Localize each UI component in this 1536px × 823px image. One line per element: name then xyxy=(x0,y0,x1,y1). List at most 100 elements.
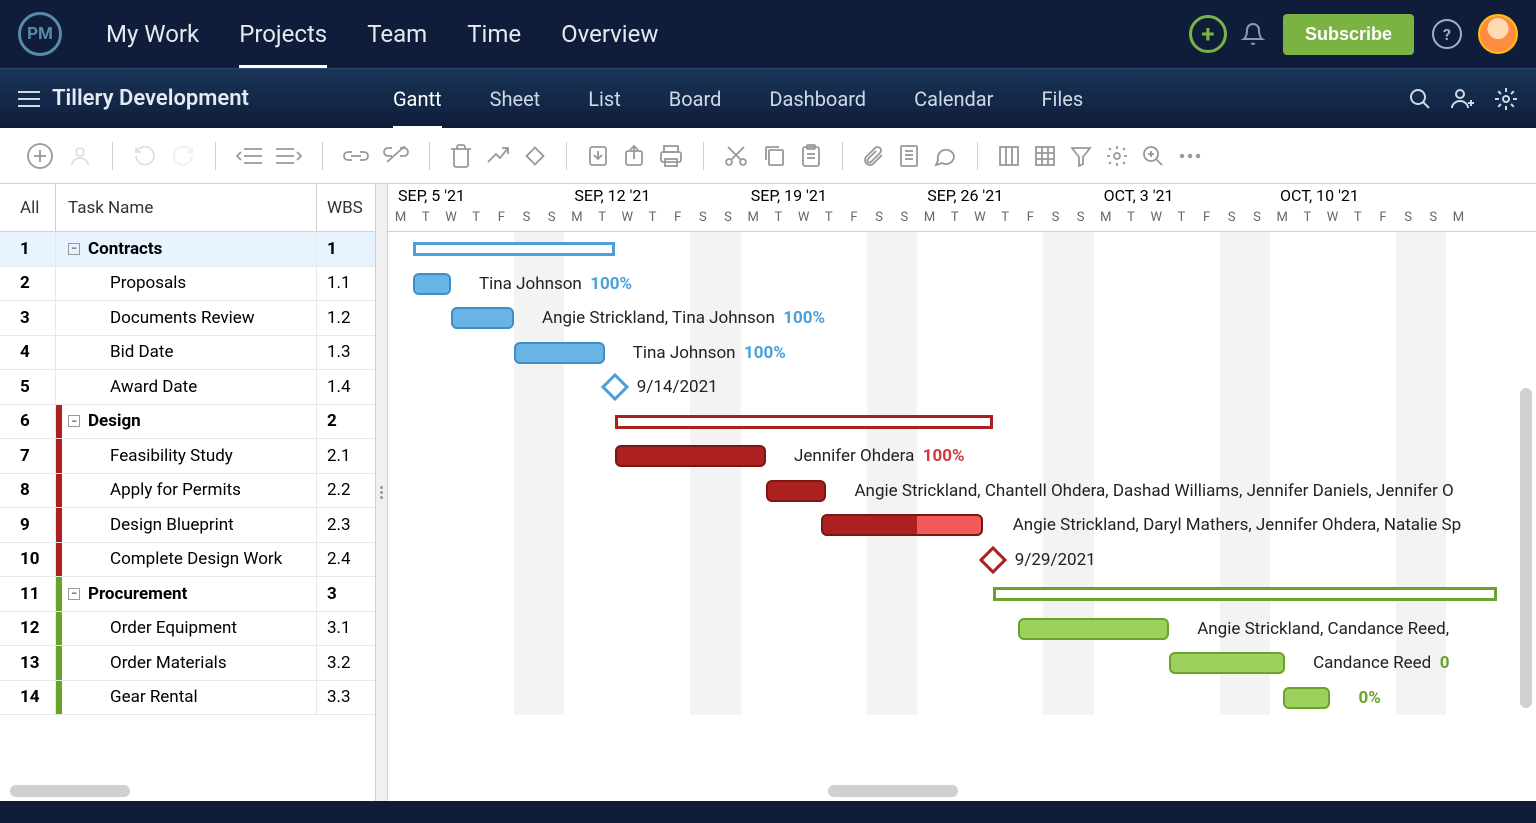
task-name-cell[interactable]: Order Materials xyxy=(56,646,317,680)
menu-icon[interactable] xyxy=(18,90,40,108)
splitter-handle[interactable] xyxy=(376,184,388,801)
summary-bar[interactable] xyxy=(615,415,993,429)
task-row[interactable]: 8Apply for Permits2.2 xyxy=(0,474,375,509)
task-name-cell[interactable]: Bid Date xyxy=(56,336,317,370)
grid-hscroll[interactable] xyxy=(10,785,130,797)
col-header-name[interactable]: Task Name xyxy=(56,184,317,231)
undo-icon[interactable] xyxy=(133,144,157,168)
task-name-cell[interactable]: Proposals xyxy=(56,267,317,301)
add-task-icon[interactable] xyxy=(26,142,54,170)
task-bar[interactable] xyxy=(821,514,982,536)
day-label: S xyxy=(1244,210,1269,225)
task-row[interactable]: 7Feasibility Study2.1 xyxy=(0,439,375,474)
progress-icon[interactable] xyxy=(486,144,510,168)
gear-icon[interactable] xyxy=(1494,87,1518,111)
task-row[interactable]: 12Order Equipment3.1 xyxy=(0,612,375,647)
outdent-icon[interactable] xyxy=(236,146,262,166)
task-bar[interactable] xyxy=(1169,652,1285,674)
task-row[interactable]: 9Design Blueprint2.3 xyxy=(0,508,375,543)
help-icon[interactable]: ? xyxy=(1432,19,1462,49)
cut-icon[interactable] xyxy=(724,145,748,167)
task-name-cell[interactable]: −Contracts xyxy=(56,232,317,266)
print-icon[interactable] xyxy=(659,145,683,167)
link-icon[interactable] xyxy=(343,148,369,164)
tab-sheet[interactable]: Sheet xyxy=(466,69,565,129)
nav-projects[interactable]: Projects xyxy=(219,0,347,68)
copy-icon[interactable] xyxy=(762,145,786,167)
task-row[interactable]: 14Gear Rental3.3 xyxy=(0,681,375,716)
gantt-hscroll[interactable] xyxy=(828,785,958,797)
task-bar[interactable] xyxy=(514,342,605,364)
search-icon[interactable] xyxy=(1408,87,1432,111)
task-row[interactable]: 11−Procurement3 xyxy=(0,577,375,612)
task-row[interactable]: 10Complete Design Work2.4 xyxy=(0,543,375,578)
more-icon[interactable] xyxy=(1178,152,1202,160)
tab-calendar[interactable]: Calendar xyxy=(890,69,1017,129)
paste-icon[interactable] xyxy=(800,144,822,168)
grid-icon[interactable] xyxy=(1034,145,1056,167)
task-name-cell[interactable]: Design Blueprint xyxy=(56,508,317,542)
add-person-icon[interactable] xyxy=(1450,87,1476,111)
tab-gantt[interactable]: Gantt xyxy=(369,69,466,129)
task-name-cell[interactable]: Gear Rental xyxy=(56,681,317,715)
avatar[interactable] xyxy=(1478,14,1518,54)
task-name-cell[interactable]: Documents Review xyxy=(56,301,317,335)
task-name-cell[interactable]: Order Equipment xyxy=(56,612,317,646)
task-name-cell[interactable]: −Design xyxy=(56,405,317,439)
task-row[interactable]: 3Documents Review1.2 xyxy=(0,301,375,336)
nav-overview[interactable]: Overview xyxy=(541,0,678,68)
comment-icon[interactable] xyxy=(933,145,957,167)
task-row[interactable]: 6−Design2 xyxy=(0,405,375,440)
attachment-icon[interactable] xyxy=(863,144,885,168)
tab-board[interactable]: Board xyxy=(645,69,746,129)
tab-files[interactable]: Files xyxy=(1017,69,1107,129)
export-icon[interactable] xyxy=(623,144,645,168)
summary-bar[interactable] xyxy=(993,587,1497,601)
tab-dashboard[interactable]: Dashboard xyxy=(745,69,890,129)
zoom-icon[interactable] xyxy=(1142,145,1164,167)
columns-icon[interactable] xyxy=(998,145,1020,167)
summary-bar[interactable] xyxy=(413,242,615,256)
unlink-icon[interactable] xyxy=(383,146,409,166)
task-bar[interactable] xyxy=(615,445,766,467)
milestone-tool-icon[interactable] xyxy=(524,145,546,167)
notes-icon[interactable] xyxy=(899,144,919,168)
task-row[interactable]: 5Award Date1.4 xyxy=(0,370,375,405)
task-row[interactable]: 2Proposals1.1 xyxy=(0,267,375,302)
import-icon[interactable] xyxy=(587,144,609,168)
task-bar[interactable] xyxy=(451,307,514,329)
task-bar-label: Tina Johnson 100% xyxy=(633,343,786,363)
assign-icon[interactable] xyxy=(68,144,92,168)
col-header-wbs[interactable]: WBS xyxy=(317,184,375,231)
add-button[interactable]: + xyxy=(1189,15,1227,53)
bell-icon[interactable] xyxy=(1241,22,1265,46)
nav-team[interactable]: Team xyxy=(347,0,447,68)
subscribe-button[interactable]: Subscribe xyxy=(1283,14,1414,55)
task-bar[interactable] xyxy=(766,480,826,502)
filter-icon[interactable] xyxy=(1070,145,1092,167)
nav-my-work[interactable]: My Work xyxy=(86,0,219,68)
collapse-icon[interactable]: − xyxy=(68,415,80,427)
task-bar[interactable] xyxy=(1018,618,1169,640)
task-row[interactable]: 1−Contracts1 xyxy=(0,232,375,267)
task-name-cell[interactable]: Complete Design Work xyxy=(56,543,317,577)
collapse-icon[interactable]: − xyxy=(68,588,80,600)
task-name-cell[interactable]: Apply for Permits xyxy=(56,474,317,508)
tab-list[interactable]: List xyxy=(564,69,645,129)
task-name-cell[interactable]: Feasibility Study xyxy=(56,439,317,473)
nav-time[interactable]: Time xyxy=(447,0,541,68)
task-bar[interactable] xyxy=(413,273,451,295)
trash-icon[interactable] xyxy=(450,144,472,168)
task-row[interactable]: 13Order Materials3.2 xyxy=(0,646,375,681)
indent-icon[interactable] xyxy=(276,146,302,166)
collapse-icon[interactable]: − xyxy=(68,243,80,255)
task-name-cell[interactable]: −Procurement xyxy=(56,577,317,611)
settings-icon[interactable] xyxy=(1106,145,1128,167)
task-name-cell[interactable]: Award Date xyxy=(56,370,317,404)
col-header-all[interactable]: All xyxy=(0,184,56,231)
logo-icon[interactable]: PM xyxy=(18,12,62,56)
gantt-vscroll[interactable] xyxy=(1520,388,1532,708)
redo-icon[interactable] xyxy=(171,144,195,168)
task-row[interactable]: 4Bid Date1.3 xyxy=(0,336,375,371)
task-bar[interactable] xyxy=(1283,687,1331,709)
